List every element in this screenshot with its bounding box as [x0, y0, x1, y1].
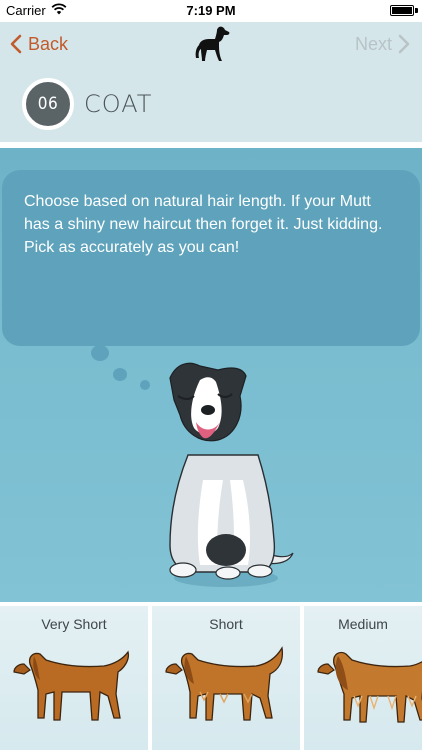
mascot-dog-illustration [169, 362, 294, 587]
short-coat-dog-illustration [165, 646, 284, 721]
step-header: 06 COAT [0, 68, 422, 142]
next-button[interactable]: Next [355, 30, 410, 58]
thought-dot [91, 345, 109, 361]
battery-tip [415, 8, 418, 13]
option-short[interactable]: Short [152, 606, 300, 750]
coat-options-row: Very Short Short Medium [0, 606, 422, 750]
next-label: Next [354, 33, 392, 54]
battery-icon [390, 5, 414, 16]
option-label: Very Short [41, 616, 107, 632]
thought-dot [113, 368, 127, 381]
nav-bar: Back Next [0, 22, 422, 68]
option-medium[interactable]: Medium [304, 606, 422, 750]
status-bar: Carrier 7:19 PM [0, 0, 422, 22]
very-short-coat-dog-illustration [13, 650, 130, 721]
step-number-badge: 06 [22, 78, 74, 130]
chevron-right-icon [398, 34, 410, 54]
illustration-stage: Choose based on natural hair length. If … [0, 148, 422, 602]
back-button[interactable]: Back [10, 30, 68, 58]
option-label: Medium [338, 616, 388, 632]
option-very-short[interactable]: Very Short [0, 606, 148, 750]
status-time: 7:19 PM [186, 3, 236, 18]
back-label: Back [28, 33, 69, 54]
medium-coat-dog-illustration [317, 651, 422, 723]
instruction-text: Choose based on natural hair length. If … [24, 193, 383, 256]
thought-bubble: Choose based on natural hair length. If … [2, 170, 420, 346]
chevron-left-icon [10, 34, 22, 54]
option-label: Short [209, 616, 243, 632]
dog-logo-icon [195, 26, 230, 61]
step-title: COAT [84, 90, 153, 118]
